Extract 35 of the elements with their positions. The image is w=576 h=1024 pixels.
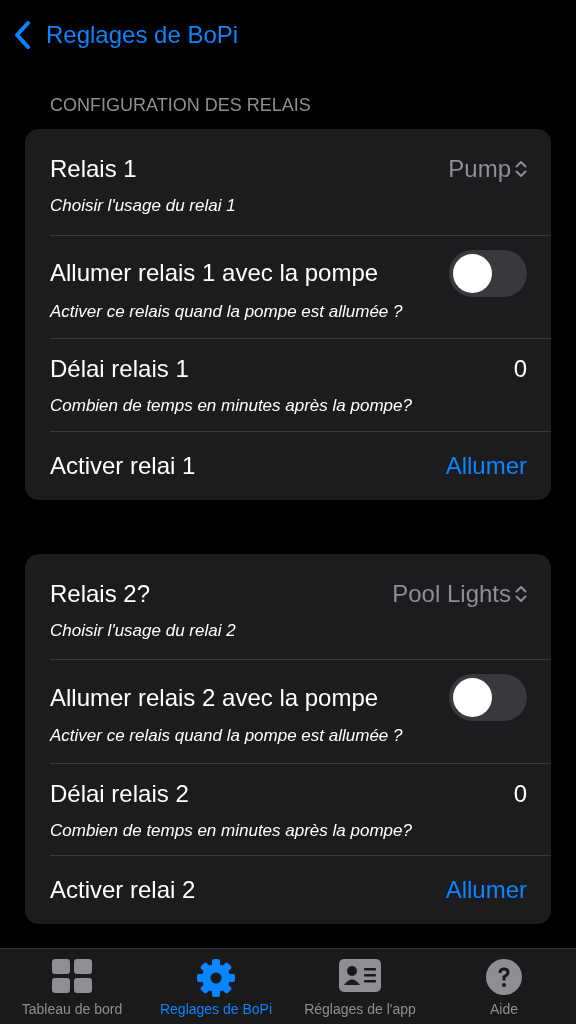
help-icon bbox=[486, 959, 522, 995]
usage-picker[interactable]: Pool Lights bbox=[392, 575, 527, 612]
row-label: Relais 2? bbox=[50, 578, 151, 609]
up-down-chevron-icon bbox=[515, 584, 527, 603]
row-caption: Choisir l'usage du relai 1 bbox=[50, 195, 237, 217]
row-label: Activer relai 1 bbox=[50, 450, 196, 481]
delay-value: 0 bbox=[513, 354, 527, 384]
contact-card-icon bbox=[339, 959, 381, 992]
up-down-chevron-icon bbox=[515, 160, 527, 178]
turn-on-button[interactable]: Allumer bbox=[445, 872, 527, 908]
row-label: Activer relai 2 bbox=[50, 875, 196, 905]
section-header: CONFIGURATION DES RELAIS bbox=[49, 94, 312, 117]
tab-bar-item[interactable]: Reglages de BoPi bbox=[144, 949, 288, 1024]
row-label: Allumer relais 2 avec la pompe bbox=[50, 682, 379, 713]
toggle-switch[interactable] bbox=[449, 674, 527, 721]
delay-value: 0 bbox=[513, 778, 527, 809]
row-label: Allumer relais 1 avec la pompe bbox=[50, 258, 379, 288]
row-label: Délai relais 2 bbox=[50, 778, 189, 809]
toggle-switch[interactable] bbox=[449, 249, 527, 297]
row-caption: Choisir l'usage du relai 2 bbox=[50, 619, 237, 642]
row-caption: Combien de temps en minutes après la pompe? bbox=[50, 395, 413, 417]
settings-icon bbox=[197, 959, 235, 997]
row-caption: Combien de temps en minutes après la pompe? bbox=[50, 819, 413, 842]
row-label: Délai relais 1 bbox=[50, 354, 189, 384]
back-button[interactable]: Reglages de BoPi bbox=[12, 17, 239, 53]
tab-bar-item[interactable]: Tableau de bord bbox=[0, 949, 144, 1024]
tab-bar-item[interactable]: Aide bbox=[432, 949, 576, 1024]
row-caption: Activer ce relais quand la pompe est allumée ? bbox=[50, 725, 404, 747]
row-label: Relais 1 bbox=[50, 154, 137, 184]
back-chevron-icon bbox=[12, 20, 32, 50]
tab-bar-item[interactable]: Réglages de l'app bbox=[288, 949, 432, 1024]
row-caption: Activer ce relais quand la pompe est allumée ? bbox=[50, 300, 404, 323]
usage-picker[interactable]: Pump bbox=[448, 151, 527, 187]
grid-icon bbox=[52, 959, 92, 993]
turn-on-button[interactable]: Allumer bbox=[445, 447, 527, 484]
